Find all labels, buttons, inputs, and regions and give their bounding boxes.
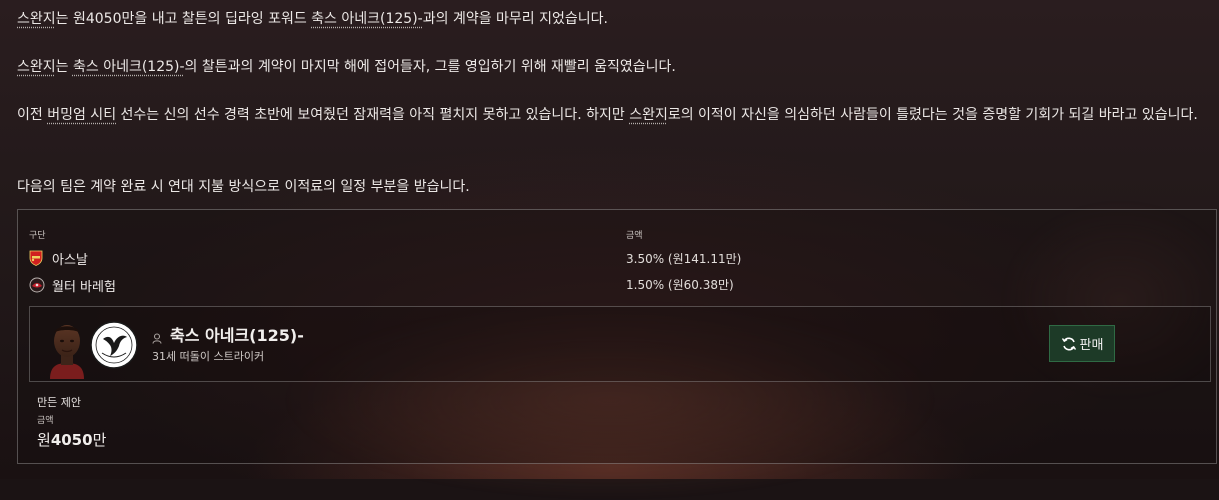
- column-header-amount: 금액: [626, 231, 643, 241]
- offer-amount: 원4050만: [37, 431, 107, 449]
- article-paragraph-1: 스완지는 원4050만을 내고 찰튼의 딥라잉 포워드 축스 아네크(125)-…: [17, 11, 608, 27]
- article-paragraph-3: 이전 버밍엄 시티 선수는 신의 선수 경력 초반에 보여줬던 잠재력을 아직 …: [17, 107, 1198, 123]
- sell-button[interactable]: 판매: [1049, 325, 1115, 362]
- player-card: 축스 아네크(125)- 31세 떠돌이 스트라이커 판매: [29, 306, 1211, 382]
- club-name[interactable]: 아스날: [52, 249, 88, 268]
- solidarity-row[interactable]: 아스날: [29, 248, 88, 268]
- player-name-text: 축스 아네크(125)-: [170, 326, 304, 345]
- arsenal-crest-icon: [29, 250, 43, 266]
- club-name[interactable]: 월터 바레험: [52, 276, 116, 295]
- club-link-swansea[interactable]: 스완지: [17, 11, 56, 27]
- club-link-swansea[interactable]: 스완지: [17, 59, 56, 75]
- club-crest-icon: [29, 277, 45, 293]
- player-link[interactable]: 축스 아네크(125)-: [73, 59, 185, 75]
- solidarity-panel: 구단 금액 아스날 3.50% (원141.11만) 월터 바레험 1.50% …: [17, 209, 1217, 464]
- solidarity-amount: 3.50% (원141.11만): [626, 252, 742, 266]
- news-item: 스완지는 원4050만을 내고 찰튼의 딥라잉 포워드 축스 아네크(125)-…: [0, 0, 1219, 479]
- player-name[interactable]: 축스 아네크(125)-: [152, 322, 304, 346]
- sync-icon: [1061, 336, 1077, 352]
- player-info: 31세 떠돌이 스트라이커: [152, 350, 265, 363]
- swansea-badge-icon[interactable]: [90, 321, 138, 369]
- player-face[interactable]: [44, 319, 90, 379]
- offer-amount-label: 금액: [37, 416, 54, 426]
- solidarity-row[interactable]: 월터 바레험: [29, 275, 116, 295]
- solidarity-amount: 1.50% (원60.38만): [626, 278, 734, 292]
- article-paragraph-2: 스완지는 축스 아네크(125)-의 찰튼과의 계약이 마지막 해에 접어들자,…: [17, 59, 676, 75]
- club-link-birmingham[interactable]: 버밍엄 시티: [47, 107, 116, 123]
- player-status-icon: [152, 329, 162, 344]
- article-paragraph-4: 다음의 팀은 계약 완료 시 연대 지불 방식으로 이적료의 일정 부분을 받습…: [17, 179, 470, 195]
- column-header-club: 구단: [29, 231, 46, 241]
- offer-label: 만든 제안: [37, 396, 81, 409]
- sell-button-label: 판매: [1079, 338, 1104, 353]
- player-link[interactable]: 축스 아네크(125)-: [311, 11, 423, 27]
- club-link-swansea[interactable]: 스완지: [629, 107, 668, 123]
